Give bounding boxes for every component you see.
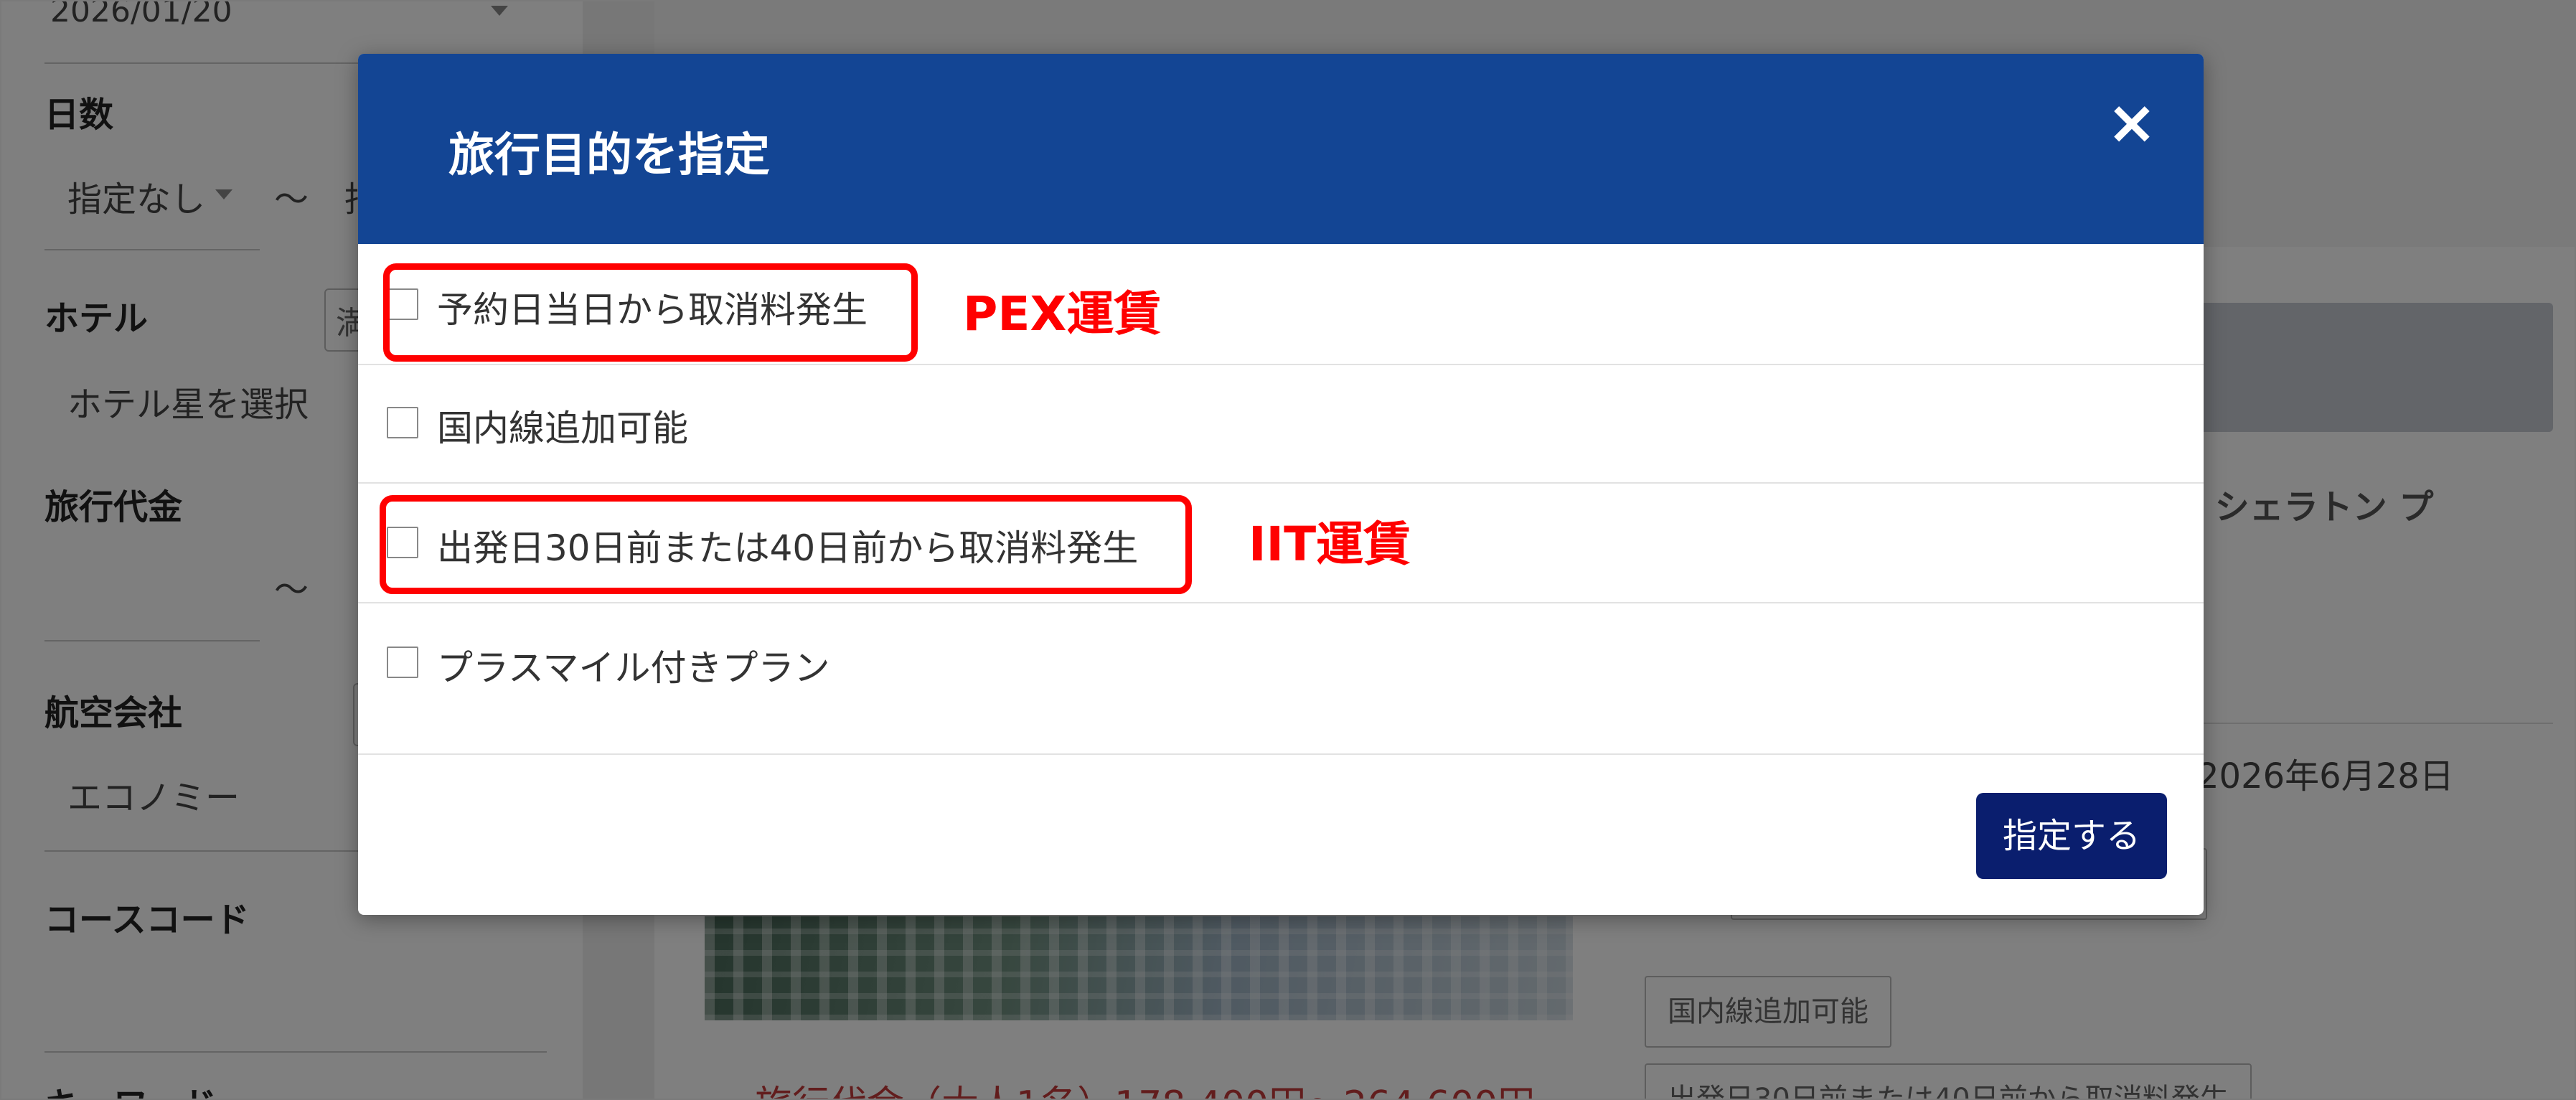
pex-highlight-box <box>383 263 918 362</box>
option-row-domestic-addable[interactable]: 国内線追加可能 <box>358 364 2204 484</box>
pex-fare-label: PEX運賃 <box>963 286 1162 342</box>
modal-title: 旅行目的を指定 <box>448 129 770 182</box>
iit-fare-label: IIT運賃 <box>1249 517 1411 572</box>
checkbox-domestic-addable[interactable] <box>387 407 418 438</box>
close-icon[interactable]: × <box>2103 92 2161 152</box>
apply-button[interactable]: 指定する <box>1976 793 2167 879</box>
screenshot-frame: 2026/01/20 日数 指定なし ～ 指 ホテル 満 ホテル星を選択 旅行代… <box>0 0 2576 1100</box>
modal-header: 旅行目的を指定 × <box>358 54 2204 244</box>
option-label-plus-mile[interactable]: プラスマイル付きプラン <box>437 639 830 691</box>
modal-footer-divider <box>358 753 2204 755</box>
option-row-plus-mile[interactable]: プラスマイル付きプラン <box>358 602 2204 753</box>
iit-highlight-box <box>380 495 1192 594</box>
travel-purpose-modal: 旅行目的を指定 × 予約日当日から取消料発生 国内線追加可能 出発日30日前また… <box>358 54 2204 915</box>
option-label-domestic-addable[interactable]: 国内線追加可能 <box>437 400 688 451</box>
checkbox-plus-mile[interactable] <box>387 647 418 678</box>
